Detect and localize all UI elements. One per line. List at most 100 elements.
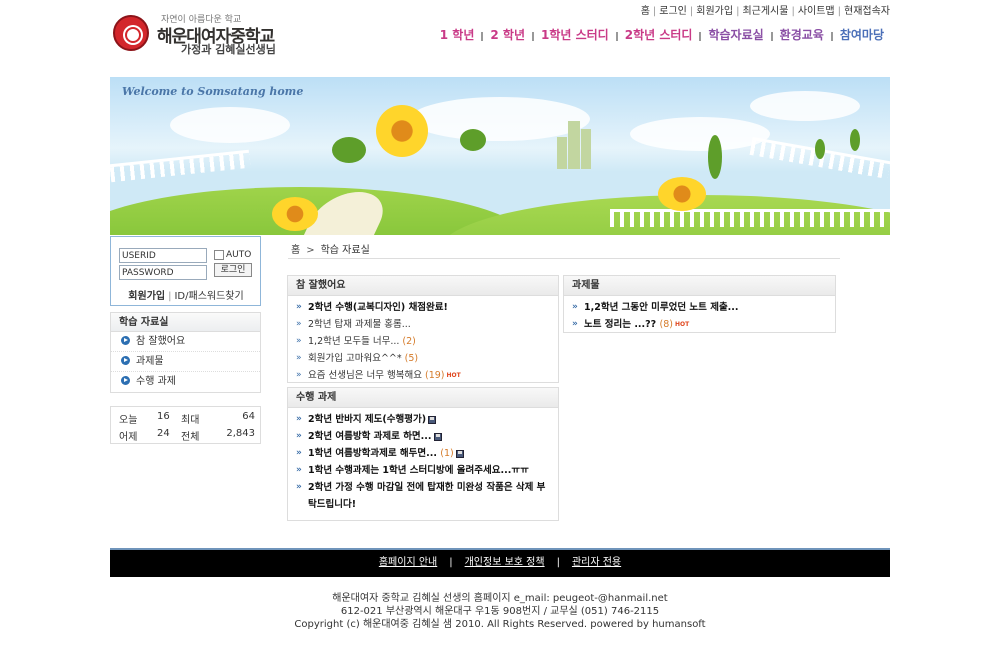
sub-menu-item-label: 과제물 xyxy=(136,356,164,367)
nav-grade2[interactable]: 2 학년 xyxy=(490,26,525,43)
counter-today-label: 오늘 xyxy=(119,415,138,426)
nav-separator xyxy=(615,31,618,41)
board-tasks: 수행 과제 2학년 반바지 제도(수행평가) 2학년 여름방학 과제로 하면..… xyxy=(287,387,559,521)
counter-max-value: 64 xyxy=(242,411,255,422)
list-item[interactable]: 노트 정리는 ...?? (8)HOT xyxy=(572,316,831,333)
list-item[interactable]: 1학년 수행과제는 1학년 스터디방에 올려주세요...ㅠㅠ xyxy=(296,462,554,479)
logo-teacher-name: 가정과 김혜실선생님 xyxy=(181,43,276,56)
sub-menu-item-label: 참 잘했어요 xyxy=(136,336,186,347)
breadcrumb-home[interactable]: 홈 xyxy=(291,245,300,256)
nav-grade1[interactable]: 1 학년 xyxy=(440,26,475,43)
counter-yesterday-value: 24 xyxy=(157,428,170,439)
nav-separator xyxy=(770,31,773,41)
list-item[interactable]: 요즘 선생님은 너무 행복해요 (19)HOT xyxy=(296,367,554,384)
comment-count: (1) xyxy=(440,448,454,459)
top-menu-current-users[interactable]: 현재접속자 xyxy=(844,6,890,17)
list-item[interactable]: 2학년 탑재 과제물 홍롬... xyxy=(296,316,554,333)
nav-separator xyxy=(481,31,484,41)
save-disk-icon xyxy=(455,449,464,458)
page-wrapper: 자연이 아름다운 학교 해운대여자중학교 가정과 김혜실선생님 홈 | 로그인 | 회원… xyxy=(110,0,890,652)
footer-info: 해운대여자 중학교 김혜실 선생의 홈페이지 e_mail: peugeot-@… xyxy=(110,592,890,631)
sunflower-icon xyxy=(658,177,706,211)
auto-login-checkbox[interactable] xyxy=(214,250,224,260)
save-disk-icon xyxy=(428,415,437,424)
top-menu-sitemap[interactable]: 사이트맵 xyxy=(798,6,835,17)
board-homework: 과제물 1,2학년 그동안 미루었던 노트 제출... 노트 정리는 ...??… xyxy=(563,275,836,333)
board-good-job: 참 잘했어요 2학년 수행(교복디자인) 채점완료! 2학년 탑재 과제물 홍롬… xyxy=(287,275,559,384)
find-id-password-link[interactable]: ID/패스워드찾기 xyxy=(174,291,243,302)
footer-link-bar: 홈페이지 안내 | 개인정보 보호 정책 | 관리자 전용 xyxy=(110,548,890,577)
top-menu-home[interactable]: 홈 xyxy=(641,6,650,17)
breadcrumb: 홈 > 학습 자료실 xyxy=(291,241,370,256)
list-item[interactable]: 2학년 여름방학 과제로 하면... xyxy=(296,428,554,445)
visitor-counter: 오늘 16 최대 64 어제 24 전체 2,843 xyxy=(110,406,261,444)
nav-separator xyxy=(699,31,702,41)
userid-input[interactable] xyxy=(119,248,207,263)
footer-line-copyright: Copyright (c) 해운대여중 김혜실 샘 2010. All Righ… xyxy=(294,619,706,630)
arrow-bullet-icon xyxy=(121,375,130,385)
hot-badge-icon: HOT xyxy=(674,321,690,328)
breadcrumb-current: 학습 자료실 xyxy=(320,245,370,256)
comment-count: (5) xyxy=(404,353,419,364)
counter-yesterday-label: 어제 xyxy=(119,432,138,443)
board-title[interactable]: 수행 과제 xyxy=(288,388,558,408)
footer-link-privacy-policy[interactable]: 개인정보 보호 정책 xyxy=(465,557,545,568)
password-input[interactable] xyxy=(119,265,207,280)
hot-badge-icon: HOT xyxy=(446,372,461,379)
login-links: 회원가입 | ID/패스워드찾기 xyxy=(128,291,244,302)
login-box: AUTO 로그인 회원가입|ID/패스워드찾기 xyxy=(110,236,261,306)
login-button[interactable]: 로그인 xyxy=(214,263,252,277)
counter-total-value: 2,843 xyxy=(226,428,255,439)
breadcrumb-arrow: > xyxy=(306,245,315,256)
counter-max-label: 최대 xyxy=(181,415,200,426)
sub-menu-item-good-job[interactable]: 참 잘했어요 xyxy=(111,332,260,352)
nav-grade2-study[interactable]: 2학년 스터디 xyxy=(625,26,693,43)
join-link[interactable]: 회원가입 xyxy=(128,291,165,302)
nav-separator xyxy=(531,31,534,41)
sunflower-icon xyxy=(376,105,428,157)
arrow-bullet-icon xyxy=(121,335,130,345)
main-visual-banner: Welcome to Somsatang home xyxy=(110,77,890,235)
nav-participation[interactable]: 참여마당 xyxy=(840,26,884,43)
list-item[interactable]: 회원가입 고마워요^^* (5) xyxy=(296,350,554,367)
list-item[interactable]: 2학년 수행(교복디자인) 채점완료! xyxy=(296,299,554,316)
top-menu-recent-posts[interactable]: 최근게시물 xyxy=(742,6,788,17)
counter-total-label: 전체 xyxy=(181,432,200,443)
footer-line-contact: 해운대여자 중학교 김혜실 선생의 홈페이지 e_mail: peugeot-@… xyxy=(332,593,668,604)
comment-count: (8) xyxy=(659,319,673,330)
save-disk-icon xyxy=(433,432,442,441)
list-item[interactable]: 1학년 여름방학과제로 해두면... (1) xyxy=(296,445,554,462)
comment-count: (19) xyxy=(424,370,445,381)
sub-menu-item-label: 수행 과제 xyxy=(136,376,176,387)
list-item[interactable]: 1,2학년 모두들 너무... (2) xyxy=(296,333,554,350)
footer-line-address: 612-021 부산광역시 해운대구 우1동 908번지 / 교무실 (051)… xyxy=(340,606,660,617)
nav-study-materials[interactable]: 학습자료실 xyxy=(708,26,763,43)
site-logo[interactable]: 자연이 아름다운 학교 해운대여자중학교 가정과 김혜실선생님 xyxy=(113,12,293,58)
arrow-bullet-icon xyxy=(121,355,130,365)
sub-menu-item-homework[interactable]: 과제물 xyxy=(111,352,260,372)
top-utility-menu: 홈 | 로그인 | 회원가입 | 최근게시물 | 사이트맵 | 현재접속자 xyxy=(640,6,890,17)
footer-link-homepage-info[interactable]: 홈페이지 안내 xyxy=(379,557,437,568)
sunflower-icon xyxy=(272,197,318,231)
sub-menu-item-tasks[interactable]: 수행 과제 xyxy=(111,372,260,392)
nav-environment-education[interactable]: 환경교육 xyxy=(780,26,824,43)
nav-separator xyxy=(830,31,833,41)
list-item[interactable]: 2학년 가정 수행 마감일 전에 탑재한 미완성 작품은 삭제 부탁드립니다! xyxy=(296,479,554,513)
list-item[interactable]: 1,2학년 그동안 미루었던 노트 제출... xyxy=(572,299,831,316)
sub-menu-title: 학습 자료실 xyxy=(111,313,260,332)
footer-link-admin[interactable]: 관리자 전용 xyxy=(572,557,621,568)
comment-count: (2) xyxy=(402,336,416,347)
board-title[interactable]: 과제물 xyxy=(564,276,835,296)
board-title[interactable]: 참 잘했어요 xyxy=(288,276,558,296)
main-navigation: 1 학년 2 학년 1학년 스터디 2학년 스터디 학습자료실 환경교육 참여마당 xyxy=(433,26,884,43)
breadcrumb-divider xyxy=(288,258,840,259)
banner-welcome-text: Welcome to Somsatang home xyxy=(122,85,304,98)
list-item[interactable]: 2학년 반바지 제도(수행평가) xyxy=(296,411,554,428)
auto-login-label: AUTO xyxy=(226,250,252,260)
nav-grade1-study[interactable]: 1학년 스터디 xyxy=(541,26,609,43)
counter-today-value: 16 xyxy=(157,411,170,422)
top-menu-join[interactable]: 회원가입 xyxy=(696,6,733,17)
school-emblem-icon xyxy=(113,15,149,51)
sub-menu: 학습 자료실 참 잘했어요 과제물 수행 과제 xyxy=(110,312,261,393)
top-menu-login[interactable]: 로그인 xyxy=(659,6,687,17)
